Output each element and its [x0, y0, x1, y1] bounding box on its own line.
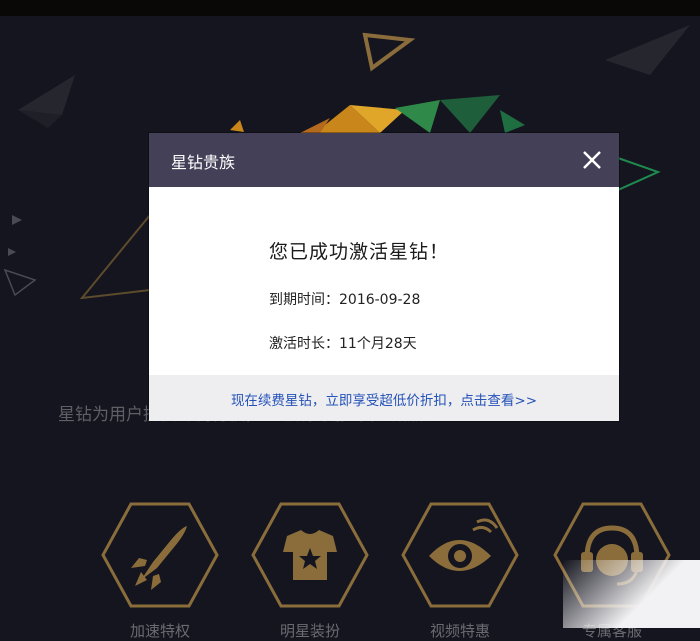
- expiry-value: 2016-09-28: [339, 292, 421, 308]
- expiry-label: 到期时间：: [269, 292, 339, 308]
- success-message: 您已成功激活星钻！: [269, 241, 450, 263]
- close-button[interactable]: [579, 147, 605, 173]
- duration-row: 激活时长：11个月28天: [269, 333, 417, 353]
- activation-dialog: 星钻贵族 您已成功激活星钻！ 到期时间：2016-09-28 激活时长：11个月…: [149, 133, 619, 421]
- renew-link[interactable]: 现在续费星钻，立即享受超低价折扣，点击查看>>: [231, 389, 537, 409]
- dialog-title: 星钻贵族: [171, 153, 236, 172]
- dialog-footer: 现在续费星钻，立即享受超低价折扣，点击查看>>: [149, 375, 619, 421]
- duration-label: 激活时长：: [269, 336, 339, 352]
- dialog-body: 您已成功激活星钻！ 到期时间：2016-09-28 激活时长：11个月28天: [149, 187, 619, 375]
- dialog-header: 星钻贵族: [149, 133, 619, 187]
- close-icon: [583, 151, 601, 169]
- expiry-row: 到期时间：2016-09-28: [269, 289, 420, 309]
- duration-value: 11个月28天: [339, 336, 417, 352]
